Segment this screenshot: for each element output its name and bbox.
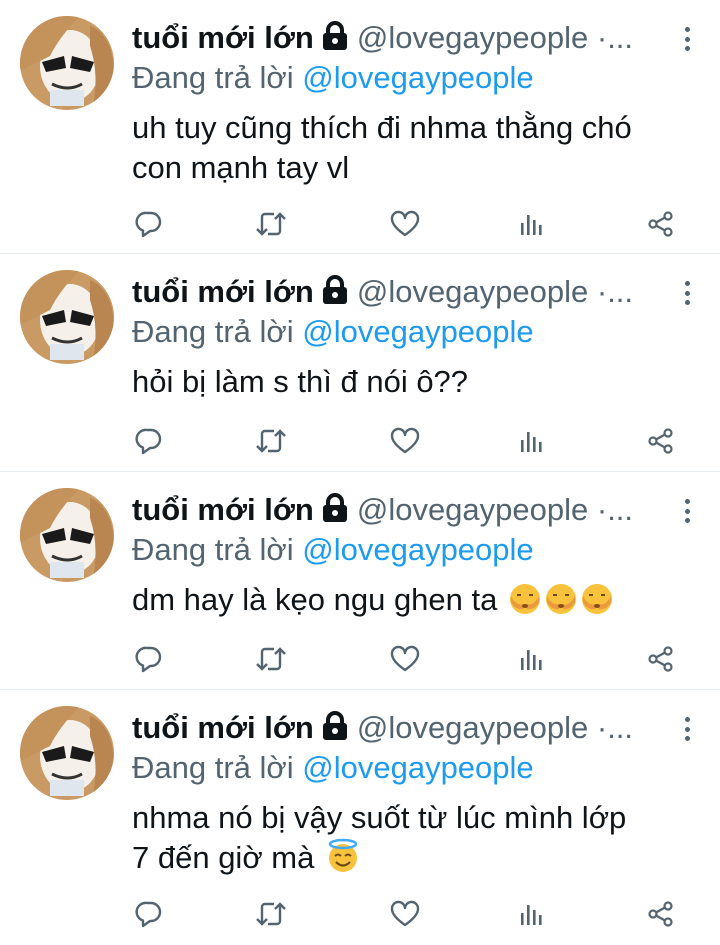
replying-to: Đang trả lời @lovegaypeople xyxy=(132,58,692,98)
share-icon[interactable] xyxy=(644,424,678,458)
tweet-text: hỏi bị làm s thì đ nói ô?? xyxy=(132,362,692,402)
replying-to: Đang trả lời @lovegaypeople xyxy=(132,530,692,570)
lock-icon xyxy=(321,20,349,56)
more-vertical-icon[interactable] xyxy=(674,712,700,746)
views-icon[interactable] xyxy=(514,207,548,241)
heart-icon[interactable] xyxy=(388,424,422,458)
reply-icon[interactable] xyxy=(132,897,166,931)
more-vertical-icon[interactable] xyxy=(674,276,700,310)
retweet-icon[interactable] xyxy=(254,642,288,676)
avatar-dog-icon xyxy=(20,706,114,800)
reply-mention[interactable]: @lovegaypeople xyxy=(302,60,533,95)
avatar-dog-icon xyxy=(20,270,114,364)
tweet-text-line-wrap: 7 đến giờ mà xyxy=(132,838,692,884)
see-no-evil-face-icon xyxy=(544,582,578,626)
tweet[interactable]: tuổi mới lớn @lovegaypeople ·... Đang tr… xyxy=(0,0,720,254)
tweet-text-line: nhma nó bị vậy suốt từ lúc mình lớp xyxy=(132,800,627,835)
reply-prefix: Đang trả lời xyxy=(132,532,294,567)
avatar-dog-icon xyxy=(20,16,114,110)
see-no-evil-face-icon xyxy=(580,582,614,626)
action-bar xyxy=(132,642,680,676)
tweet-text-line-wrap: dm hay là kẹo ngu ghen ta xyxy=(132,580,692,626)
views-icon[interactable] xyxy=(514,897,548,931)
avatar-dog-icon xyxy=(20,488,114,582)
lock-icon xyxy=(321,492,349,528)
handle[interactable]: @lovegaypeople ·... xyxy=(357,20,692,56)
display-name[interactable]: tuổi mới lớn xyxy=(132,710,314,746)
retweet-icon[interactable] xyxy=(254,207,288,241)
tweet-text-line: uh tuy cũng thích đi nhma thằng chó xyxy=(132,110,632,145)
tweet[interactable]: tuổi mới lớn @lovegaypeople ·... Đang tr… xyxy=(0,690,720,945)
heart-icon[interactable] xyxy=(388,897,422,931)
replying-to: Đang trả lời @lovegaypeople xyxy=(132,312,692,352)
reply-prefix: Đang trả lời xyxy=(132,60,294,95)
tweet-text-line: 7 đến giờ mà xyxy=(132,840,315,875)
tweet-text-line: dm hay là kẹo ngu ghen ta xyxy=(132,582,498,617)
action-bar xyxy=(132,424,680,458)
display-name[interactable]: tuổi mới lớn xyxy=(132,20,314,56)
replying-to: Đang trả lời @lovegaypeople xyxy=(132,748,692,788)
retweet-icon[interactable] xyxy=(254,897,288,931)
handle[interactable]: @lovegaypeople ·... xyxy=(357,710,692,746)
handle[interactable]: @lovegaypeople ·... xyxy=(357,492,692,528)
reply-mention[interactable]: @lovegaypeople xyxy=(302,532,533,567)
smiling-face-with-halo-icon xyxy=(325,838,361,884)
heart-icon[interactable] xyxy=(388,207,422,241)
reply-prefix: Đang trả lời xyxy=(132,750,294,785)
lock-icon xyxy=(321,274,349,310)
tweet-text-line: con mạnh tay vl xyxy=(132,150,350,185)
tweet-text: uh tuy cũng thích đi nhma thằng chó con … xyxy=(132,108,692,188)
reply-icon[interactable] xyxy=(132,424,166,458)
more-vertical-icon[interactable] xyxy=(674,494,700,528)
tweet-text: nhma nó bị vậy suốt từ lúc mình lớp 7 đế… xyxy=(132,798,692,884)
action-bar xyxy=(132,207,680,241)
display-name[interactable]: tuổi mới lớn xyxy=(132,492,314,528)
avatar[interactable] xyxy=(20,488,114,582)
views-icon[interactable] xyxy=(514,642,548,676)
see-no-evil-face-icon xyxy=(508,582,542,626)
share-icon[interactable] xyxy=(644,897,678,931)
reply-mention[interactable]: @lovegaypeople xyxy=(302,750,533,785)
tweet[interactable]: tuổi mới lớn @lovegaypeople ·... Đang tr… xyxy=(0,254,720,472)
tweet[interactable]: tuổi mới lớn @lovegaypeople ·... Đang tr… xyxy=(0,472,720,690)
tweet-text-line: hỏi bị làm s thì đ nói ô?? xyxy=(132,364,469,399)
heart-icon[interactable] xyxy=(388,642,422,676)
reply-icon[interactable] xyxy=(132,207,166,241)
reply-mention[interactable]: @lovegaypeople xyxy=(302,314,533,349)
share-icon[interactable] xyxy=(644,642,678,676)
retweet-icon[interactable] xyxy=(254,424,288,458)
reply-icon[interactable] xyxy=(132,642,166,676)
share-icon[interactable] xyxy=(644,207,678,241)
display-name[interactable]: tuổi mới lớn xyxy=(132,274,314,310)
more-vertical-icon[interactable] xyxy=(674,22,700,56)
lock-icon xyxy=(321,710,349,746)
tweet-text: dm hay là kẹo ngu ghen ta xyxy=(132,580,692,626)
action-bar xyxy=(132,897,680,931)
handle[interactable]: @lovegaypeople ·... xyxy=(357,274,692,310)
avatar[interactable] xyxy=(20,270,114,364)
avatar[interactable] xyxy=(20,706,114,800)
views-icon[interactable] xyxy=(514,424,548,458)
reply-prefix: Đang trả lời xyxy=(132,314,294,349)
avatar[interactable] xyxy=(20,16,114,110)
